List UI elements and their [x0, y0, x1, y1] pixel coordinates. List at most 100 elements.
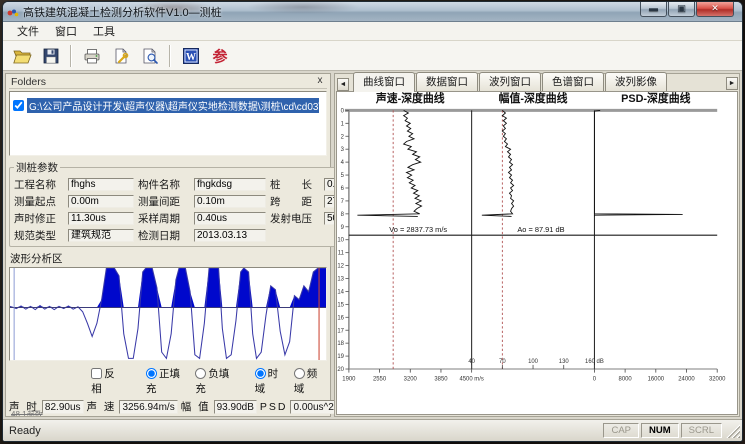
param-label-0: 工程名称: [14, 177, 64, 192]
meas-field-2[interactable]: 93.90dB: [214, 400, 257, 414]
svg-text:W: W: [186, 52, 196, 63]
svg-text:3850: 3850: [434, 376, 448, 382]
svg-text:声速-深度曲线: 声速-深度曲线: [375, 92, 445, 105]
svg-text:2550: 2550: [373, 376, 387, 382]
printer-icon: [82, 46, 102, 66]
param-label-3: 测量起点: [14, 194, 64, 209]
svg-text:1900: 1900: [342, 376, 356, 382]
status-cell-scrl: SCRL: [681, 423, 722, 438]
svg-text:160 dB: 160 dB: [585, 359, 604, 365]
svg-text:8: 8: [341, 212, 345, 218]
fill-negative-radio-label[interactable]: 负填充: [195, 366, 239, 396]
tab-3[interactable]: 色谱窗口: [542, 72, 604, 91]
tree-item-checkbox[interactable]: [13, 100, 24, 111]
param-label-5: 跨 距: [270, 194, 320, 209]
open-button[interactable]: [8, 43, 35, 68]
app-window: 高铁建筑混凝土检测分析软件V1.0—测桩 ▬ ▣ ✕ 文件窗口工具: [2, 1, 743, 442]
menu-item-1[interactable]: 窗口: [47, 21, 85, 41]
tree-item[interactable]: G:\公司产品设计开发\超声仪器\超声仪实地检测数据\测桩\cd\cd03\cd…: [13, 98, 323, 113]
save-button[interactable]: [37, 43, 64, 68]
invert-checkbox-label[interactable]: 反相: [91, 366, 124, 396]
svg-text:13: 13: [337, 276, 344, 282]
depth-curves-chart[interactable]: 01234567891011121314151617181920声速-深度曲线1…: [336, 91, 738, 415]
svg-text:Vo = 2837.73 m/s: Vo = 2837.73 m/s: [389, 225, 447, 234]
folders-tree[interactable]: G:\公司产品设计开发\超声仪器\超声仪实地检测数据\测桩\cd\cd03\cd…: [9, 91, 327, 156]
fill-positive-radio-label[interactable]: 正填充: [146, 366, 190, 396]
fill-negative-radio[interactable]: [195, 368, 206, 379]
minimize-button[interactable]: ▬: [640, 2, 667, 17]
param-label-7: 采样周期: [138, 211, 190, 226]
param-label-6: 声时修正: [14, 211, 64, 226]
status-cell-num: NUM: [641, 423, 679, 438]
param-label-9: 规范类型: [14, 228, 64, 243]
svg-text:0: 0: [341, 108, 345, 114]
param-value-10: 2013.03.13: [194, 229, 266, 242]
time-domain-radio-label[interactable]: 时域: [255, 366, 288, 396]
params-icon: 参: [210, 46, 230, 66]
print-preview-button[interactable]: [136, 43, 163, 68]
status-message: Ready: [9, 425, 601, 437]
svg-text:11: 11: [338, 251, 345, 257]
params-button[interactable]: 参: [206, 43, 233, 68]
param-value-4: 0.10m: [194, 195, 266, 208]
menu-item-0[interactable]: 文件: [9, 21, 47, 41]
tab-scroll-left-button[interactable]: ◄: [337, 78, 349, 91]
tab-0[interactable]: 曲线窗口: [353, 72, 415, 92]
svg-text:16000: 16000: [648, 376, 665, 382]
svg-text:参: 参: [212, 47, 228, 65]
waveform-plot[interactable]: [9, 267, 327, 361]
close-button[interactable]: ✕: [696, 2, 734, 17]
svg-text:32000: 32000: [709, 376, 726, 382]
svg-text:4500 m/s: 4500 m/s: [459, 376, 483, 382]
maximize-button[interactable]: ▣: [668, 2, 695, 17]
pile-params-title: 测桩参数: [14, 160, 60, 175]
param-label-8: 发射电压: [270, 211, 320, 226]
print-setup-button[interactable]: [107, 43, 134, 68]
menu-bar: 文件窗口工具: [3, 22, 742, 41]
resize-grip[interactable]: [726, 424, 740, 438]
page-wrench-icon: [111, 46, 131, 66]
meas-field-0[interactable]: 82.90us: [42, 400, 84, 414]
svg-text:70: 70: [499, 359, 506, 365]
tab-4[interactable]: 波列影像: [605, 72, 667, 91]
svg-text:4: 4: [341, 160, 345, 166]
param-value-0: fhghs: [68, 178, 134, 191]
svg-text:15: 15: [337, 302, 344, 308]
svg-text:10: 10: [337, 238, 344, 244]
svg-text:100: 100: [528, 359, 539, 365]
param-value-7: 0.40us: [194, 212, 266, 225]
titlebar[interactable]: 高铁建筑混凝土检测分析软件V1.0—测桩 ▬ ▣ ✕: [3, 2, 742, 22]
tab-1[interactable]: 数据窗口: [416, 72, 478, 91]
tab-scroll-right-button[interactable]: ►: [726, 77, 738, 90]
svg-text:6: 6: [341, 186, 345, 192]
freq-domain-radio-label[interactable]: 频域: [294, 366, 327, 396]
tab-2[interactable]: 波列窗口: [479, 72, 541, 91]
folders-close-button[interactable]: x: [313, 75, 327, 88]
svg-text:24000: 24000: [678, 376, 695, 382]
svg-text:16: 16: [337, 315, 344, 321]
menu-item-2[interactable]: 工具: [85, 21, 123, 41]
tree-item-path[interactable]: G:\公司产品设计开发\超声仪器\超声仪实地检测数据\测桩\cd\cd03\cd…: [27, 98, 319, 113]
toolbar-separator: [70, 45, 72, 67]
meas-label-3: PSD: [260, 401, 288, 413]
save-floppy-icon: [41, 46, 61, 66]
svg-text:20: 20: [337, 367, 344, 373]
clipped-text: 48.1参数: [11, 409, 43, 416]
invert-checkbox[interactable]: [91, 368, 102, 379]
word-export-button[interactable]: W: [177, 43, 204, 68]
param-value-3: 0.00m: [68, 195, 134, 208]
svg-text:Ao = 87.91 dB: Ao = 87.91 dB: [517, 225, 564, 234]
param-label-4: 测量间距: [138, 194, 190, 209]
time-domain-radio[interactable]: [255, 368, 266, 379]
folders-panel-title: Folders: [9, 76, 46, 88]
meas-label-1: 声 速: [87, 399, 117, 414]
param-label-1: 构件名称: [138, 177, 190, 192]
print-button[interactable]: [78, 43, 105, 68]
svg-text:1: 1: [341, 121, 345, 127]
svg-text:17: 17: [337, 328, 344, 334]
fill-positive-radio[interactable]: [146, 368, 157, 379]
freq-domain-radio[interactable]: [294, 368, 305, 379]
svg-text:7: 7: [341, 199, 345, 205]
svg-text:PSD-深度曲线: PSD-深度曲线: [621, 92, 690, 105]
meas-field-1[interactable]: 3256.94m/s: [119, 400, 177, 414]
